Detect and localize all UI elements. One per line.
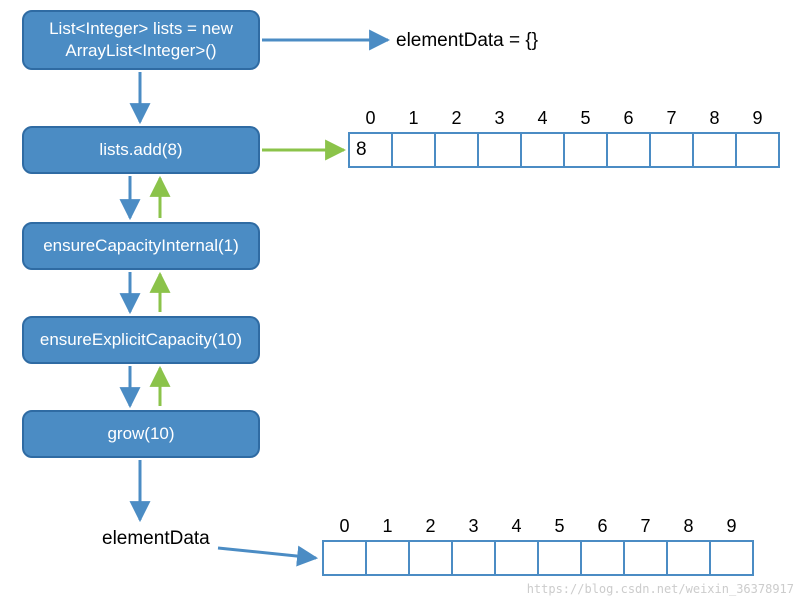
array-index: 6 bbox=[608, 108, 649, 129]
array-cell: 7 bbox=[623, 540, 668, 576]
array-index: 2 bbox=[410, 516, 451, 537]
node-ensure-internal-text: ensureCapacityInternal(1) bbox=[43, 235, 239, 257]
array-cell: 2 bbox=[408, 540, 453, 576]
array-index: 4 bbox=[496, 516, 537, 537]
node-add: lists.add(8) bbox=[22, 126, 260, 174]
array-index: 5 bbox=[565, 108, 606, 129]
node-ensure-internal: ensureCapacityInternal(1) bbox=[22, 222, 260, 270]
array-cell: 1 bbox=[365, 540, 410, 576]
array-cell: 8 bbox=[666, 540, 711, 576]
array-cell: 3 bbox=[477, 132, 522, 168]
array-cell: 9 bbox=[709, 540, 754, 576]
array-index: 7 bbox=[625, 516, 666, 537]
node-grow: grow(10) bbox=[22, 410, 260, 458]
node-ensure-explicit-text: ensureExplicitCapacity(10) bbox=[40, 329, 242, 351]
node-ensure-explicit: ensureExplicitCapacity(10) bbox=[22, 316, 260, 364]
array-index: 9 bbox=[711, 516, 752, 537]
node-init: List<Integer> lists = new ArrayList<Inte… bbox=[22, 10, 260, 70]
array-cell: 4 bbox=[520, 132, 565, 168]
arrow-elementdata-to-array2 bbox=[218, 548, 316, 558]
array-cell: 3 bbox=[451, 540, 496, 576]
array-index: 0 bbox=[350, 108, 391, 129]
array-top: 08123456789 bbox=[348, 132, 780, 168]
array-index: 0 bbox=[324, 516, 365, 537]
array-index: 8 bbox=[668, 516, 709, 537]
array-index: 3 bbox=[453, 516, 494, 537]
node-grow-text: grow(10) bbox=[107, 423, 174, 445]
node-add-text: lists.add(8) bbox=[99, 139, 182, 161]
array-bottom: 0123456789 bbox=[322, 540, 754, 576]
array-index: 2 bbox=[436, 108, 477, 129]
array-index: 9 bbox=[737, 108, 778, 129]
array-cell: 6 bbox=[606, 132, 651, 168]
array-cell: 08 bbox=[348, 132, 393, 168]
array-cell: 0 bbox=[322, 540, 367, 576]
array-cell: 7 bbox=[649, 132, 694, 168]
array-cell: 1 bbox=[391, 132, 436, 168]
array-cell: 5 bbox=[563, 132, 608, 168]
array-index: 1 bbox=[393, 108, 434, 129]
array-index: 6 bbox=[582, 516, 623, 537]
array-index: 4 bbox=[522, 108, 563, 129]
array-cell: 9 bbox=[735, 132, 780, 168]
array-index: 7 bbox=[651, 108, 692, 129]
array-cell: 4 bbox=[494, 540, 539, 576]
label-elementdata-bottom: elementData bbox=[102, 528, 210, 550]
array-value: 8 bbox=[356, 139, 367, 161]
array-cell: 5 bbox=[537, 540, 582, 576]
watermark: https://blog.csdn.net/weixin_36378917 bbox=[527, 582, 794, 596]
array-index: 8 bbox=[694, 108, 735, 129]
array-cell: 6 bbox=[580, 540, 625, 576]
array-index: 1 bbox=[367, 516, 408, 537]
array-cell: 8 bbox=[692, 132, 737, 168]
arrows-svg bbox=[0, 0, 800, 602]
array-cell: 2 bbox=[434, 132, 479, 168]
label-elementdata-init: elementData = {} bbox=[396, 30, 538, 52]
node-init-text: List<Integer> lists = new ArrayList<Inte… bbox=[49, 18, 233, 62]
array-index: 5 bbox=[539, 516, 580, 537]
array-index: 3 bbox=[479, 108, 520, 129]
